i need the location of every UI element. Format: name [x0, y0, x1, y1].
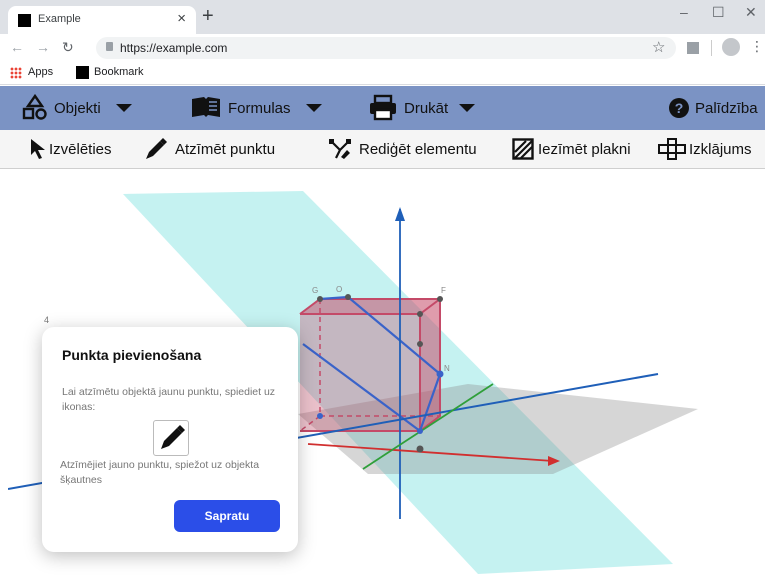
dialog-title: Punkta pievienošana [62, 347, 202, 363]
vertex-label-n: N [444, 364, 450, 373]
tab-title: Example [38, 13, 81, 25]
profile-avatar[interactable] [722, 38, 740, 56]
reload-icon[interactable]: ↻ [62, 39, 74, 56]
extension-icon[interactable] [687, 42, 699, 54]
bookmark-item[interactable]: Bookmark [94, 66, 144, 78]
got-it-button[interactable]: Sapratu [174, 500, 280, 532]
cube-edge-point [417, 341, 423, 347]
axis-tick-label: 4 [44, 315, 50, 325]
vertex-label-g: G [312, 286, 318, 295]
favicon-icon [18, 14, 31, 27]
pen-tool-preview-icon [153, 420, 189, 456]
book-icon [192, 97, 220, 117]
chevron-down-icon [459, 104, 476, 112]
tool-add-point[interactable]: Atzīmēt punktu [143, 130, 275, 168]
tab-close-icon[interactable]: × [177, 10, 186, 27]
browser-window: Example × + – ☐ ✕ ← → ↻ https://example.… [0, 0, 765, 584]
dialog-instruction-2: Atzīmējiet jauno punktu, spiežot uz obje… [60, 459, 260, 486]
net-icon [658, 138, 686, 160]
cube-vertex-back [317, 413, 323, 419]
tool-select[interactable]: Izvēlēties [30, 130, 112, 168]
tab-strip: Example × + – ☐ ✕ [0, 0, 765, 34]
cube-vertex [417, 311, 423, 317]
point-g [317, 296, 323, 302]
menu-formulas-label: Formulas [228, 99, 291, 117]
new-tab-button[interactable]: + [202, 5, 214, 28]
tool-net[interactable]: Izklājums [658, 130, 752, 168]
point-o [345, 294, 351, 300]
shapes-icon [22, 94, 47, 120]
cube-vertex-blue [417, 428, 423, 434]
lock-icon [106, 42, 113, 51]
forward-icon[interactable]: → [36, 39, 50, 55]
cube-front-face [300, 314, 420, 431]
menu-objekti-label: Objekti [54, 99, 101, 117]
browser-tab[interactable]: Example × [8, 6, 196, 34]
z-axis-arrow [395, 207, 405, 221]
address-bar: ← → ↻ https://example.com [0, 34, 765, 62]
point-n [436, 370, 444, 378]
dialog-instruction-1: Lai atzīmētu objektā jaunu punktu, spied… [62, 386, 276, 413]
point-f [437, 296, 443, 302]
tool-edit-element[interactable]: Rediģēt elementu [328, 130, 477, 168]
toolbar-divider [711, 40, 712, 56]
maximize-button[interactable]: ☐ [712, 4, 725, 21]
tool-mark-plane[interactable]: Iezīmēt plakni [512, 130, 631, 168]
tool-net-label: Izklājums [689, 140, 752, 158]
menu-drukat[interactable]: Drukāt [368, 86, 482, 130]
help-icon: ? [669, 98, 689, 118]
menu-formulas[interactable]: Formulas [190, 86, 329, 130]
cursor-icon [31, 139, 45, 159]
apps-grid-icon[interactable] [10, 67, 22, 79]
bookmark-favicon-icon [76, 66, 89, 79]
back-icon[interactable]: ← [10, 39, 24, 55]
vertex-label-o: O [336, 285, 342, 294]
plane-icon [512, 138, 534, 160]
tool-add-point-label: Atzīmēt punktu [175, 140, 276, 158]
edit-vertex-icon [329, 139, 351, 159]
tool-select-label: Izvēlēties [49, 140, 112, 158]
chevron-down-icon [115, 104, 132, 112]
tutorial-dialog: Punkta pievienošana Lai atzīmētu objektā… [42, 327, 298, 552]
url-text: https://example.com [120, 41, 228, 55]
help-label: Palīdzība [695, 99, 758, 117]
menu-drukat-label: Drukāt [404, 99, 449, 117]
origin-point [416, 445, 424, 453]
menu-kebab-icon[interactable]: ⋮ [750, 38, 764, 55]
minimize-button[interactable]: – [680, 4, 688, 20]
pen-icon [146, 138, 167, 159]
help-button[interactable]: ? Palīdzība [668, 86, 758, 130]
svg-text:?: ? [675, 100, 684, 116]
url-input[interactable]: https://example.com [96, 37, 676, 59]
menu-objekti[interactable]: Objekti [22, 86, 139, 130]
tool-edit-element-label: Rediģēt elementu [359, 140, 477, 158]
bookmark-apps[interactable]: Apps [28, 66, 53, 78]
tool-mark-plane-label: Iezīmēt plakni [538, 140, 631, 158]
printer-icon [370, 94, 396, 121]
close-window-button[interactable]: ✕ [745, 4, 757, 21]
chevron-down-icon [305, 104, 322, 112]
vertex-label-f: F [441, 286, 446, 295]
bookmark-star-icon[interactable]: ☆ [652, 38, 665, 56]
